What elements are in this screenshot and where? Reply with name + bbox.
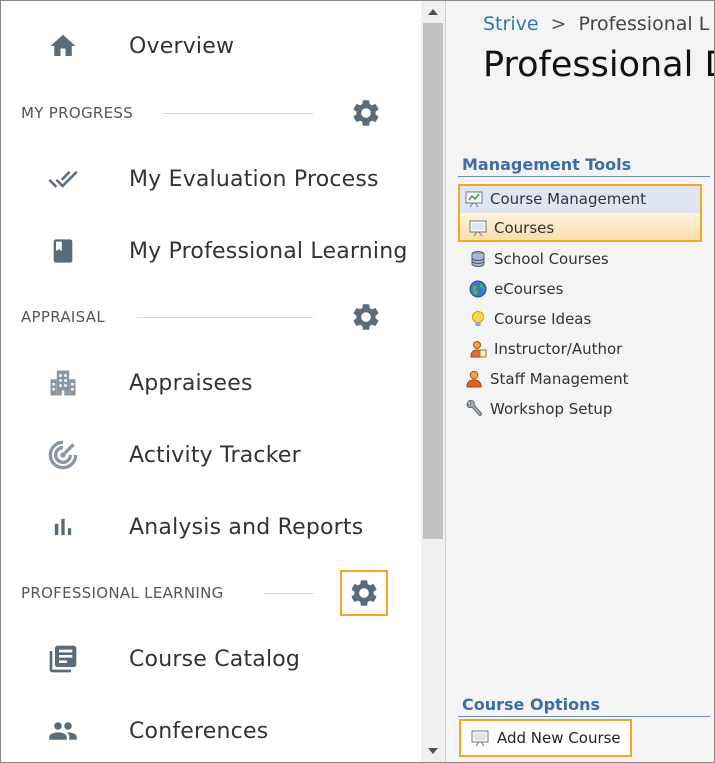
gear-icon[interactable] [349,96,383,130]
nav-item-label: Conferences [129,718,269,744]
menu-item-label: School Courses [494,250,609,268]
gear-icon[interactable] [340,570,388,616]
breadcrumb: Strive > Professional L [483,13,709,35]
nav-item-conferences[interactable]: Conferences [1,703,421,759]
nav-item-analysis-reports[interactable]: Analysis and Reports [1,499,421,555]
menu-item-school-courses[interactable]: School Courses [468,245,609,273]
nav-item-overview[interactable]: Overview [1,18,421,74]
management-tools-title: Management Tools [462,155,632,174]
globe-icon [468,279,488,299]
add-new-course-button[interactable]: Add New Course [459,719,632,757]
radar-icon [45,437,81,473]
nav-item-activity-tracker[interactable]: Activity Tracker [1,427,421,483]
nav-item-label: Appraisees [129,370,253,396]
nav-item-evaluation[interactable]: My Evaluation Process [1,151,421,207]
add-new-course-label: Add New Course [497,729,621,747]
nav-item-label: Analysis and Reports [129,514,364,540]
breadcrumb-current: Professional L [578,13,710,35]
section-appraisal: APPRAISAL [1,297,421,337]
menu-item-label: eCourses [494,280,564,298]
section-my-progress: MY PROGRESS [1,93,421,133]
building-icon [45,365,81,401]
database-icon [468,249,488,269]
menu-item-label: Workshop Setup [490,400,613,418]
divider [163,113,313,114]
people-icon [45,713,81,749]
lightbulb-icon [468,309,488,329]
menu-item-label: Staff Management [490,370,629,388]
menu-item-workshop-setup[interactable]: Workshop Setup [464,395,612,423]
presentation-board-icon [471,728,491,748]
app-window: Overview MY PROGRESS My Evaluation Proce… [0,0,715,763]
divider [458,716,710,717]
home-icon [45,28,81,64]
nav-item-course-catalog[interactable]: Course Catalog [1,631,421,687]
nav-item-label: Overview [129,33,235,59]
left-nav: Overview MY PROGRESS My Evaluation Proce… [1,1,421,762]
nav-item-label: Course Catalog [129,646,301,672]
highlight-box [458,184,702,242]
section-label: MY PROGRESS [21,104,134,122]
double-check-icon [45,161,81,197]
divider [137,317,313,318]
menu-item-staff-management[interactable]: Staff Management [464,365,629,393]
menu-item-course-ideas[interactable]: Course Ideas [468,305,591,333]
divider [264,593,314,594]
nav-item-label: My Evaluation Process [129,166,379,192]
bar-chart-icon [45,509,81,545]
breadcrumb-link-strive[interactable]: Strive [483,13,539,35]
course-options-title: Course Options [462,695,601,714]
page-title: Professional D [483,45,714,85]
section-label: PROFESSIONAL LEARNING [21,584,224,602]
book-icon [45,233,81,269]
menu-item-ecourses[interactable]: eCourses [468,275,563,303]
nav-item-professional-learning[interactable]: My Professional Learning [1,223,421,279]
main-content: Strive > Professional L Professional D Man… [446,1,714,762]
nav-item-label: My Professional Learning [129,238,408,264]
divider [458,176,710,177]
scrollbar-thumb[interactable] [423,23,443,539]
person-icon [464,369,484,389]
scroll-down-arrow-icon[interactable] [421,740,445,762]
instructor-icon [468,339,488,359]
gear-icon[interactable] [349,300,383,334]
menu-item-label: Instructor/Author [494,340,623,358]
scroll-up-arrow-icon[interactable] [421,1,445,23]
breadcrumb-separator: > [550,13,567,35]
section-professional-learning: PROFESSIONAL LEARNING [1,570,421,616]
library-books-icon [45,641,81,677]
nav-item-appraisees[interactable]: Appraisees [1,355,421,411]
nav-item-label: Activity Tracker [129,442,301,468]
menu-item-label: Course Ideas [494,310,592,328]
menu-item-instructor-author[interactable]: Instructor/Author [468,335,622,363]
wrench-icon [464,399,484,419]
left-nav-scrollbar[interactable] [421,1,446,762]
section-label: APPRAISAL [21,308,105,326]
